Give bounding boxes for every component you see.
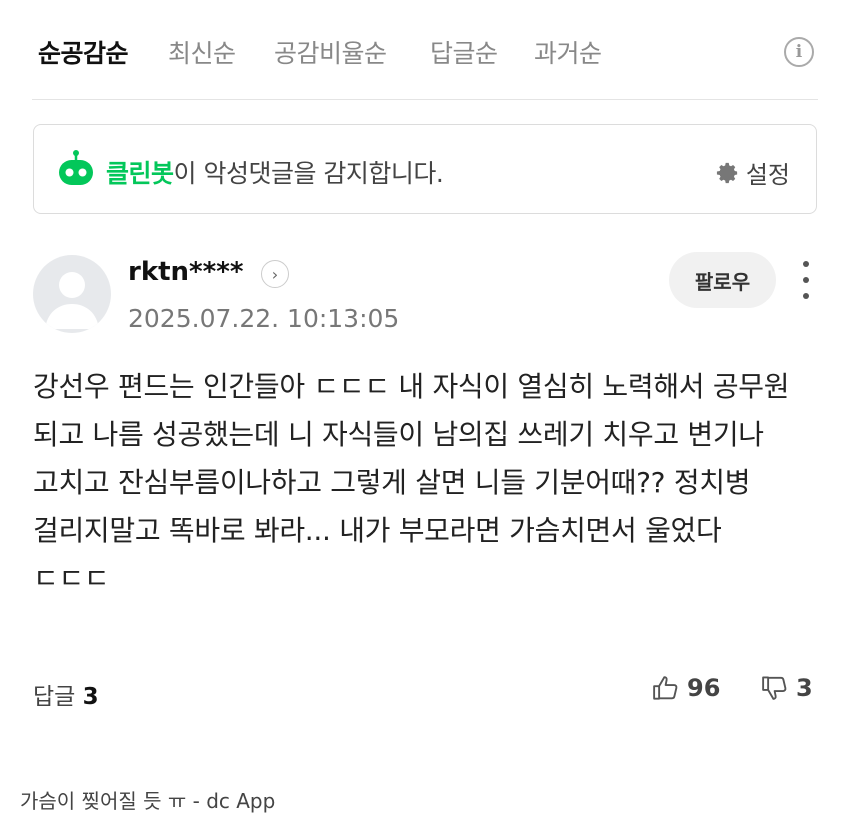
default-user-icon	[45, 272, 99, 329]
tab-sort-most-liked[interactable]: 순공감순	[38, 34, 129, 70]
comment-author[interactable]: rktn****	[128, 257, 243, 287]
settings-label: 설정	[745, 161, 790, 189]
comment-item: rktn**** › 2025.07.22. 10:13:05 팔로우 강선우 …	[0, 215, 850, 720]
reply-label: 답글	[33, 684, 76, 710]
comment-timestamp: 2025.07.22. 10:13:05	[128, 304, 400, 333]
cleanbot-settings-button[interactable]: 설정	[714, 155, 790, 190]
more-options-icon[interactable]	[795, 257, 817, 303]
cleanbot-message: 클린봇이 악성댓글을 감지합니다.	[106, 154, 444, 190]
gear-icon	[716, 162, 738, 183]
reply-button[interactable]: 답글 3	[33, 677, 99, 711]
tab-sort-replies[interactable]: 답글순	[430, 34, 498, 70]
avatar[interactable]	[33, 255, 111, 333]
dislike-count: 3	[796, 674, 813, 702]
info-icon[interactable]: i	[784, 37, 814, 67]
cleanbot-message-text: 이 악성댓글을 감지합니다.	[173, 159, 444, 188]
thumbs-up-icon	[653, 676, 678, 700]
thumbs-down-icon	[762, 676, 787, 700]
cleanbot-robot-icon	[59, 150, 93, 185]
like-count: 96	[687, 674, 721, 702]
reply-count: 3	[82, 684, 99, 710]
tab-sort-latest[interactable]: 최신순	[168, 34, 236, 70]
chevron-right-icon[interactable]: ›	[261, 260, 289, 288]
dislike-button[interactable]: 3	[760, 673, 813, 703]
comment-body: 강선우 편드는 인간들아 ㄷㄷㄷ 내 자식이 열심히 노력해서 공무원 되고 나…	[33, 370, 790, 595]
tab-sort-like-ratio[interactable]: 공감비율순	[274, 34, 387, 70]
follow-button[interactable]: 팔로우	[669, 252, 776, 308]
like-button[interactable]: 96	[651, 673, 720, 703]
cleanbot-brand: 클린봇	[106, 159, 174, 188]
footer-caption: 가슴이 찢어질 듯 ㅠ - dc App	[20, 789, 276, 813]
tab-sort-oldest[interactable]: 과거순	[534, 34, 602, 70]
cleanbot-banner: 클린봇이 악성댓글을 감지합니다. 설정	[33, 124, 817, 214]
sort-tab-bar: 순공감순 최신순 공감비율순 답글순 과거순 i	[32, 0, 818, 100]
